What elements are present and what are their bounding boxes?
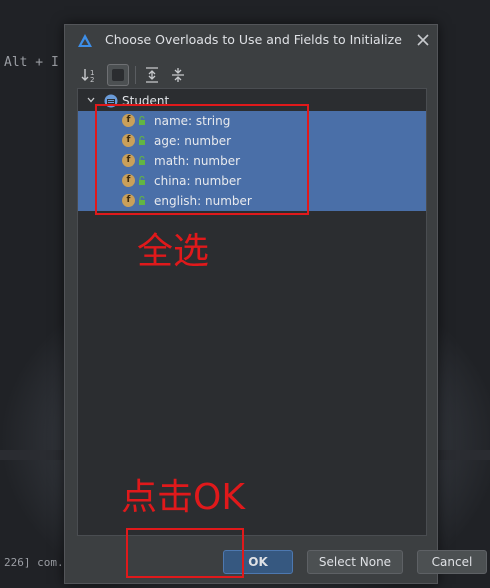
expand-all-icon[interactable] (141, 64, 163, 86)
select-none-button[interactable]: Select None (307, 550, 403, 574)
annotation-click-ok: 点击OK (121, 477, 245, 518)
show-fields-toggle[interactable] (107, 64, 129, 86)
annotation-box-ok (126, 528, 244, 578)
cancel-button[interactable]: Cancel (417, 550, 487, 574)
close-icon[interactable] (415, 32, 431, 48)
dialog-titlebar[interactable]: Choose Overloads to Use and Fields to In… (65, 25, 437, 55)
svg-text:2: 2 (90, 76, 94, 84)
dialog-title: Choose Overloads to Use and Fields to In… (105, 32, 402, 47)
collapse-all-icon[interactable] (167, 64, 189, 86)
background-status-text: 226] com.e (4, 556, 71, 569)
annotation-select-all: 全选 (137, 231, 210, 272)
annotation-box-fields (95, 104, 309, 215)
sort-alphabetically-icon[interactable]: 1 2 (79, 64, 101, 86)
toolbar-separator (135, 66, 136, 84)
background-shortcut-hint: Alt + I (4, 55, 59, 70)
app-logo-icon (78, 34, 92, 47)
